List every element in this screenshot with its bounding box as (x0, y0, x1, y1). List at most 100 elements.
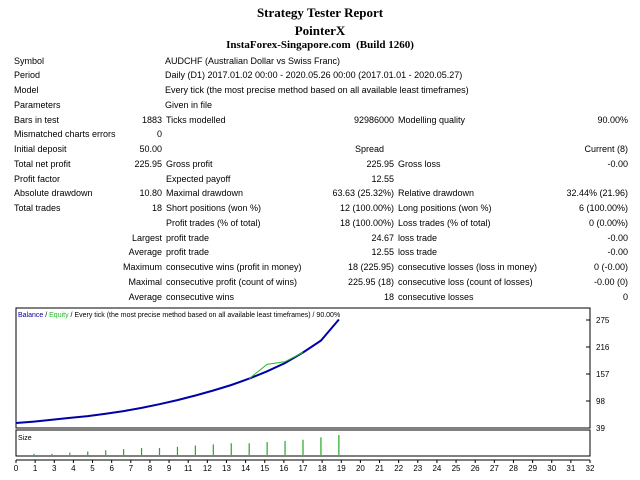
ticks-value: 92986000 (353, 115, 394, 125)
max-drawdown-value: 63.63 (25.32%) (332, 188, 394, 198)
rel-drawdown-label: Relative drawdown (398, 188, 475, 198)
avg-cons-wins-value: 18 (383, 292, 394, 302)
mismatched-label: Mismatched charts errors (14, 129, 116, 139)
maximal-cons-profit-value: 225.95 (18) (347, 277, 394, 287)
short-positions-label: Short positions (won %) (166, 203, 262, 213)
x-tick-label: 27 (490, 464, 499, 472)
spread-label: Spread (355, 144, 385, 154)
x-tick-label: 22 (394, 464, 403, 472)
average-profit-label: profit trade (166, 247, 210, 257)
x-tick-label: 26 (471, 464, 480, 472)
short-positions-value: 12 (100.00%) (339, 203, 394, 213)
bars-value: 1883 (141, 115, 162, 125)
abs-drawdown-label: Absolute drawdown (14, 188, 93, 198)
y-tick-label: 275 (596, 316, 610, 325)
max-cons-losses-label: consecutive losses (loss in money) (398, 262, 538, 272)
initial-deposit-label: Initial deposit (14, 144, 67, 154)
x-tick-label: 8 (148, 464, 153, 472)
average-label: Average (128, 247, 162, 257)
net-profit-label: Total net profit (14, 159, 71, 169)
x-tick-label: 0 (14, 464, 19, 472)
profit-trades-label: Profit trades (% of total) (166, 218, 261, 228)
x-tick-label: 21 (375, 464, 384, 472)
max-cons-wins-value: 18 (225.95) (347, 262, 394, 272)
avg-cons-label: Average (128, 292, 162, 302)
largest-profit-label: profit trade (166, 233, 210, 243)
gross-profit-label: Gross profit (166, 159, 213, 169)
x-tick-label: 29 (528, 464, 537, 472)
legend-equity: Equity (49, 312, 69, 319)
avg-cons-losses-value: 0 (622, 292, 628, 302)
expert-name: PointerX (294, 23, 346, 38)
x-tick-label: 24 (432, 464, 441, 472)
x-tick-label: 20 (356, 464, 365, 472)
plot-frame (15, 307, 591, 429)
period-value: Daily (D1) 2017.01.02 00:00 - 2020.05.26… (165, 70, 463, 80)
y-tick-label: 157 (596, 370, 610, 379)
x-tick-label: 25 (452, 464, 461, 472)
x-tick-label: 14 (241, 464, 250, 472)
largest-loss-value: -0.00 (607, 233, 628, 243)
maximal-cons-loss-value: -0.00 (0) (593, 277, 628, 287)
legend-balance: Balance (18, 312, 43, 319)
abs-drawdown-value: 10.80 (139, 188, 162, 198)
x-tick-label: 30 (547, 464, 556, 472)
y-tick-label: 98 (596, 397, 605, 406)
symbol-label: Symbol (14, 56, 45, 66)
x-tick-label: 28 (509, 464, 518, 472)
max-cons-wins-label: consecutive wins (profit in money) (166, 262, 302, 272)
symbol-value: AUDCHF (Australian Dollar vs Swiss Franc… (165, 56, 341, 66)
total-trades-value: 18 (151, 203, 162, 213)
broker-line: InstaForex-Singapore.com (Build 1260) (0, 39, 640, 51)
loss-trades-label: Loss trades (% of total) (398, 218, 491, 228)
spread-value: Current (8) (584, 144, 628, 154)
balance-chart: Balance / Equity / Every tick (the most … (14, 307, 610, 472)
period-label: Period (14, 70, 41, 80)
long-positions-value: 6 (100.00%) (578, 203, 628, 213)
x-tick-label: 6 (109, 464, 114, 472)
x-tick-label: 5 (90, 464, 95, 472)
net-profit-value: 225.95 (134, 159, 162, 169)
parameters-label: Parameters (14, 100, 61, 110)
x-tick-label: 19 (337, 464, 346, 472)
x-tick-label: 13 (222, 464, 231, 472)
expected-payoff-label: Expected payoff (166, 174, 231, 184)
ticks-label: Ticks modelled (166, 115, 226, 125)
maximum-label: Maximum (122, 262, 162, 272)
size-label: Size (18, 435, 32, 442)
parameters-value: Given in file (165, 100, 213, 110)
model-value: Every tick (the most precise method base… (165, 85, 469, 95)
model-label: Model (14, 85, 39, 95)
legend-description: / Every tick (the most precise method ba… (69, 312, 341, 319)
gross-loss-value: -0.00 (607, 159, 628, 169)
avg-cons-losses-label: consecutive losses (398, 292, 474, 302)
x-tick-label: 3 (52, 464, 57, 472)
average-profit-value: 12.55 (371, 247, 394, 257)
x-tick-label: 1 (33, 464, 38, 472)
x-tick-label: 11 (184, 464, 193, 472)
largest-profit-value: 24.67 (371, 233, 394, 243)
build-number: (Build 1260) (356, 39, 414, 51)
x-tick-label: 12 (203, 464, 212, 472)
x-tick-label: 17 (299, 464, 308, 472)
x-tick-label: 15 (260, 464, 269, 472)
largest-loss-label: loss trade (398, 233, 438, 243)
gross-loss-label: Gross loss (398, 159, 441, 169)
expected-payoff-value: 12.55 (371, 174, 394, 184)
x-tick-label: 18 (318, 464, 327, 472)
x-tick-label: 4 (71, 464, 76, 472)
maximal-label: Maximal (128, 277, 162, 287)
largest-label: Largest (131, 233, 162, 243)
gross-profit-value: 225.95 (366, 159, 394, 169)
x-tick-label: 31 (566, 464, 575, 472)
broker-name: InstaForex-Singapore.com (226, 39, 351, 51)
y-tick-label: 216 (596, 343, 610, 352)
loss-trades-value: 0 (0.00%) (588, 218, 628, 228)
bars-label: Bars in test (14, 115, 60, 125)
average-loss-value: -0.00 (607, 247, 628, 257)
maximal-cons-loss-label: consecutive loss (count of losses) (398, 277, 533, 287)
max-drawdown-label: Maximal drawdown (166, 188, 244, 198)
report-title: Strategy Tester Report (256, 5, 384, 20)
long-positions-label: Long positions (won %) (398, 203, 492, 213)
average-loss-label: loss trade (398, 247, 438, 257)
